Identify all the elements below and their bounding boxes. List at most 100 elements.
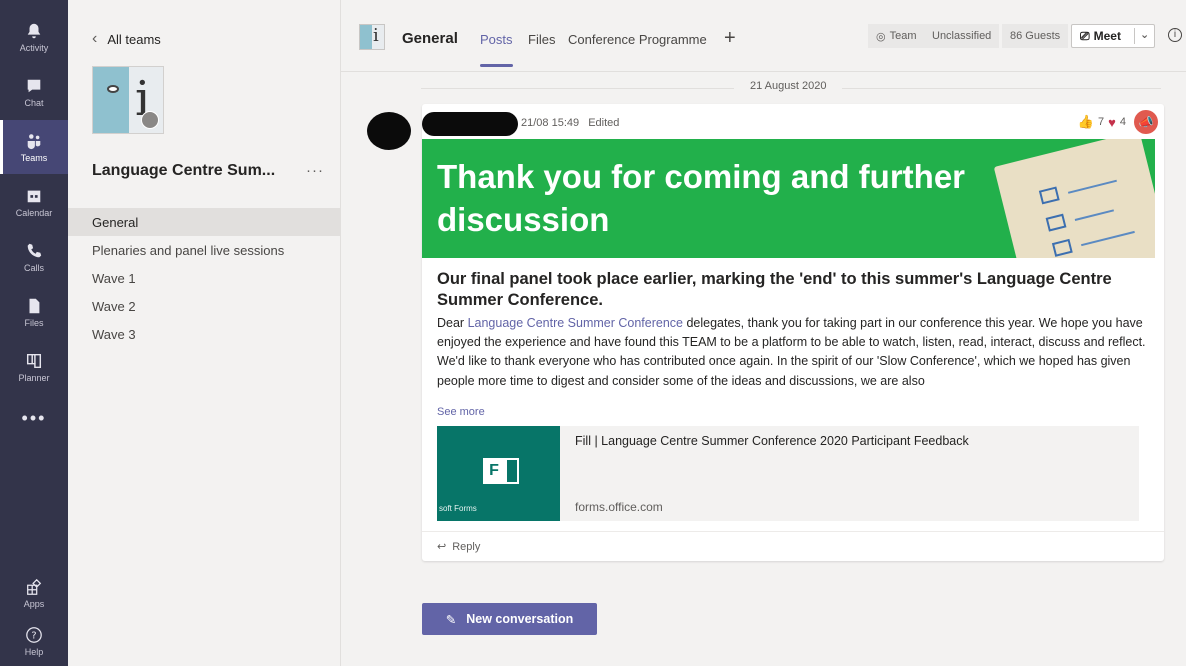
compose-icon: ✎ — [445, 612, 457, 627]
card-title[interactable]: Fill | Language Centre Summer Conference… — [575, 434, 969, 448]
rail-label: Files — [24, 317, 44, 328]
help-icon: ? — [26, 626, 42, 643]
team-pane: ‹ All teams i Language Centre Sum... ···… — [68, 0, 341, 666]
avatar[interactable] — [367, 112, 411, 150]
like-icon: 👍 — [1077, 114, 1095, 129]
new-conversation-button[interactable]: ✎ New conversation — [422, 603, 597, 635]
line-drawing — [1074, 209, 1115, 221]
heart-count: 4 — [1119, 116, 1126, 128]
checkbox-drawing — [1051, 238, 1073, 257]
tab-posts[interactable]: Posts — [480, 32, 513, 47]
bell-icon — [27, 23, 41, 38]
info-icon[interactable]: i — [1168, 28, 1182, 42]
meet-divider — [1134, 28, 1135, 44]
channel-header: i General Posts Files Conference Program… — [341, 0, 1186, 72]
all-teams-link[interactable]: ‹ All teams — [92, 30, 161, 48]
post-time: 21/08 15:49 — [521, 117, 580, 129]
team-name: Language Centre Sum... — [92, 162, 276, 179]
card-url: forms.office.com — [575, 500, 663, 514]
reply-label: Reply — [452, 540, 481, 553]
channel-wave-3[interactable]: Wave 3 — [68, 320, 341, 348]
channel-title: General — [402, 30, 458, 47]
team-visibility-badge[interactable]: ◎ Team — [868, 24, 925, 48]
line-drawing — [1081, 230, 1135, 247]
team-more-options-icon[interactable]: ··· — [306, 162, 324, 179]
rail-planner[interactable]: Planner — [0, 340, 68, 394]
svg-text:?: ? — [31, 630, 36, 641]
rail-apps[interactable]: Apps — [0, 566, 68, 620]
date-divider-label: 21 August 2020 — [734, 80, 843, 92]
link-preview-card[interactable]: F soft Forms Fill | Language Centre Summ… — [437, 426, 1139, 521]
calendar-icon — [27, 188, 41, 202]
logo-face-panel — [93, 67, 129, 133]
post-timestamp: 21/08 15:49 Edited — [521, 117, 619, 129]
conversation-feed: 21 August 2020 21/08 15:49 Edited 👍 7 ♥ … — [341, 72, 1186, 666]
forms-icon: F — [483, 458, 505, 484]
rail-label: Calendar — [15, 207, 53, 218]
post-headline: Our final panel took place earlier, mark… — [437, 270, 1112, 309]
team-logo[interactable]: i — [92, 66, 164, 134]
rail-calendar[interactable]: Calendar — [0, 175, 68, 229]
channel-plenaries[interactable]: Plenaries and panel live sessions — [68, 236, 341, 264]
forms-tile-label: soft Forms — [439, 504, 477, 513]
logo-letter: i — [373, 25, 379, 46]
post-card: 21/08 15:49 Edited 👍 7 ♥ 4 📣 Thank you f… — [422, 104, 1164, 561]
channel-team-logo: i — [359, 24, 385, 50]
rail-calls[interactable]: Calls — [0, 230, 68, 284]
post-body: Dear Language Centre Summer Conference d… — [437, 314, 1147, 398]
rail-help[interactable]: ? Help — [0, 614, 68, 666]
announcement-icon: 📣 — [1134, 110, 1158, 134]
video-camera-icon: ⎚ — [1080, 28, 1090, 43]
team-label: Team — [889, 30, 917, 42]
rail-activity[interactable]: Activity — [0, 10, 68, 64]
rail-teams[interactable]: Teams — [0, 120, 68, 174]
all-teams-label: All teams — [107, 31, 161, 47]
rail-label: Teams — [20, 152, 48, 163]
channel-list: General Plenaries and panel live session… — [68, 208, 341, 348]
conference-link[interactable]: Language Centre Summer Conference — [468, 316, 683, 330]
chevron-down-icon[interactable]: ⌄ — [1140, 28, 1149, 41]
new-conversation-label: New conversation — [466, 612, 574, 626]
add-tab-icon[interactable]: + — [724, 27, 736, 50]
channel-wave-2[interactable]: Wave 2 — [68, 292, 341, 320]
meet-label: Meet — [1093, 29, 1121, 43]
reply-arrow-icon: ↩ — [437, 541, 447, 553]
chevron-left-icon: ‹ — [92, 30, 98, 47]
channel-wave-1[interactable]: Wave 1 — [68, 264, 341, 292]
rail-label: Help — [24, 646, 44, 657]
classification-badge: Unclassified — [924, 24, 1000, 48]
rail-label: Planner — [18, 372, 50, 383]
heart-icon: ♥ — [1108, 114, 1116, 130]
rail-label: Calls — [23, 262, 44, 273]
planner-icon — [26, 353, 42, 368]
edited-label: Edited — [588, 117, 620, 129]
forms-doc-icon — [505, 458, 519, 484]
eye-icon: ◎ — [876, 30, 886, 43]
body-intro: Dear — [437, 316, 468, 330]
channel-general[interactable]: General — [68, 208, 341, 236]
banner-title: Thank you for coming and further discuss… — [437, 158, 966, 238]
reply-button[interactable]: ↩ Reply — [422, 531, 1164, 561]
active-tab-indicator — [480, 64, 513, 67]
announcement-banner: Thank you for coming and further discuss… — [422, 139, 1155, 258]
forms-thumbnail: F soft Forms — [437, 426, 560, 521]
see-more-link[interactable]: See more — [437, 406, 485, 418]
guests-badge[interactable]: 86 Guests — [1002, 24, 1069, 48]
rail-label: Chat — [24, 97, 44, 108]
tab-files[interactable]: Files — [528, 32, 555, 47]
reactions[interactable]: 👍 7 ♥ 4 📣 — [1078, 110, 1158, 134]
logo-eye — [107, 85, 119, 93]
author-name-redacted[interactable] — [422, 112, 518, 136]
tab-conference-programme[interactable]: Conference Programme — [568, 32, 707, 47]
rail-files[interactable]: Files — [0, 285, 68, 339]
meet-button[interactable]: ⎚ Meet ⌄ — [1071, 24, 1155, 48]
line-drawing — [1067, 179, 1117, 194]
app-rail: Activity Chat Teams Calendar Calls Files… — [0, 0, 68, 666]
rail-label: Apps — [23, 598, 45, 609]
rail-chat[interactable]: Chat — [0, 65, 68, 119]
edit-pencil-icon[interactable] — [141, 111, 159, 129]
chat-icon — [27, 79, 41, 92]
logo-face-panel — [360, 25, 372, 49]
more-apps-icon[interactable]: ••• — [0, 408, 68, 438]
phone-icon — [27, 243, 42, 257]
